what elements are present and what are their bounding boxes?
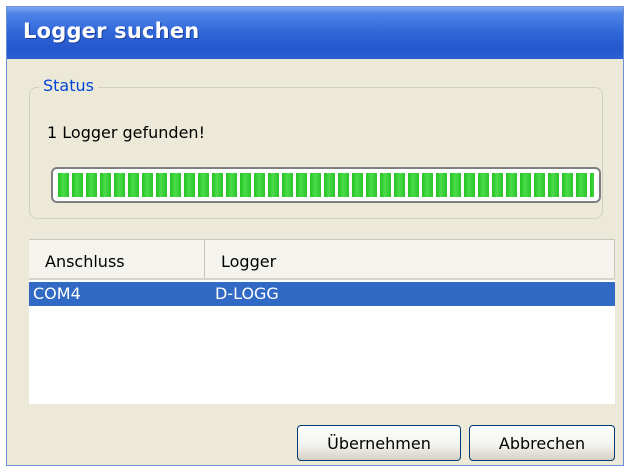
cancel-button[interactable]: Abbrechen (469, 425, 615, 461)
list-header: Anschluss Logger (29, 240, 615, 280)
search-progress-bar (51, 167, 601, 203)
logger-search-dialog: Logger suchen Status 1 Logger gefunden! … (6, 6, 624, 466)
column-header-logger[interactable]: Logger (205, 240, 615, 278)
title-bar[interactable]: Logger suchen (7, 7, 623, 59)
status-message: 1 Logger gefunden! (47, 123, 205, 142)
progress-fill (58, 173, 594, 197)
list-row-com4[interactable]: COM4 D-LOGG (29, 282, 615, 306)
column-header-anschluss[interactable]: Anschluss (29, 240, 205, 278)
status-groupbox-legend: Status (39, 76, 98, 95)
logger-list[interactable]: Anschluss Logger COM4 D-LOGG (29, 239, 615, 404)
dialog-content: Status 1 Logger gefunden! Anschluss Logg… (7, 59, 623, 467)
progress-track (58, 173, 594, 197)
cell-logger: D-LOGG (215, 284, 279, 303)
dialog-title: Logger suchen (23, 19, 200, 43)
cell-anschluss: COM4 (33, 284, 81, 303)
apply-button[interactable]: Übernehmen (297, 425, 461, 461)
